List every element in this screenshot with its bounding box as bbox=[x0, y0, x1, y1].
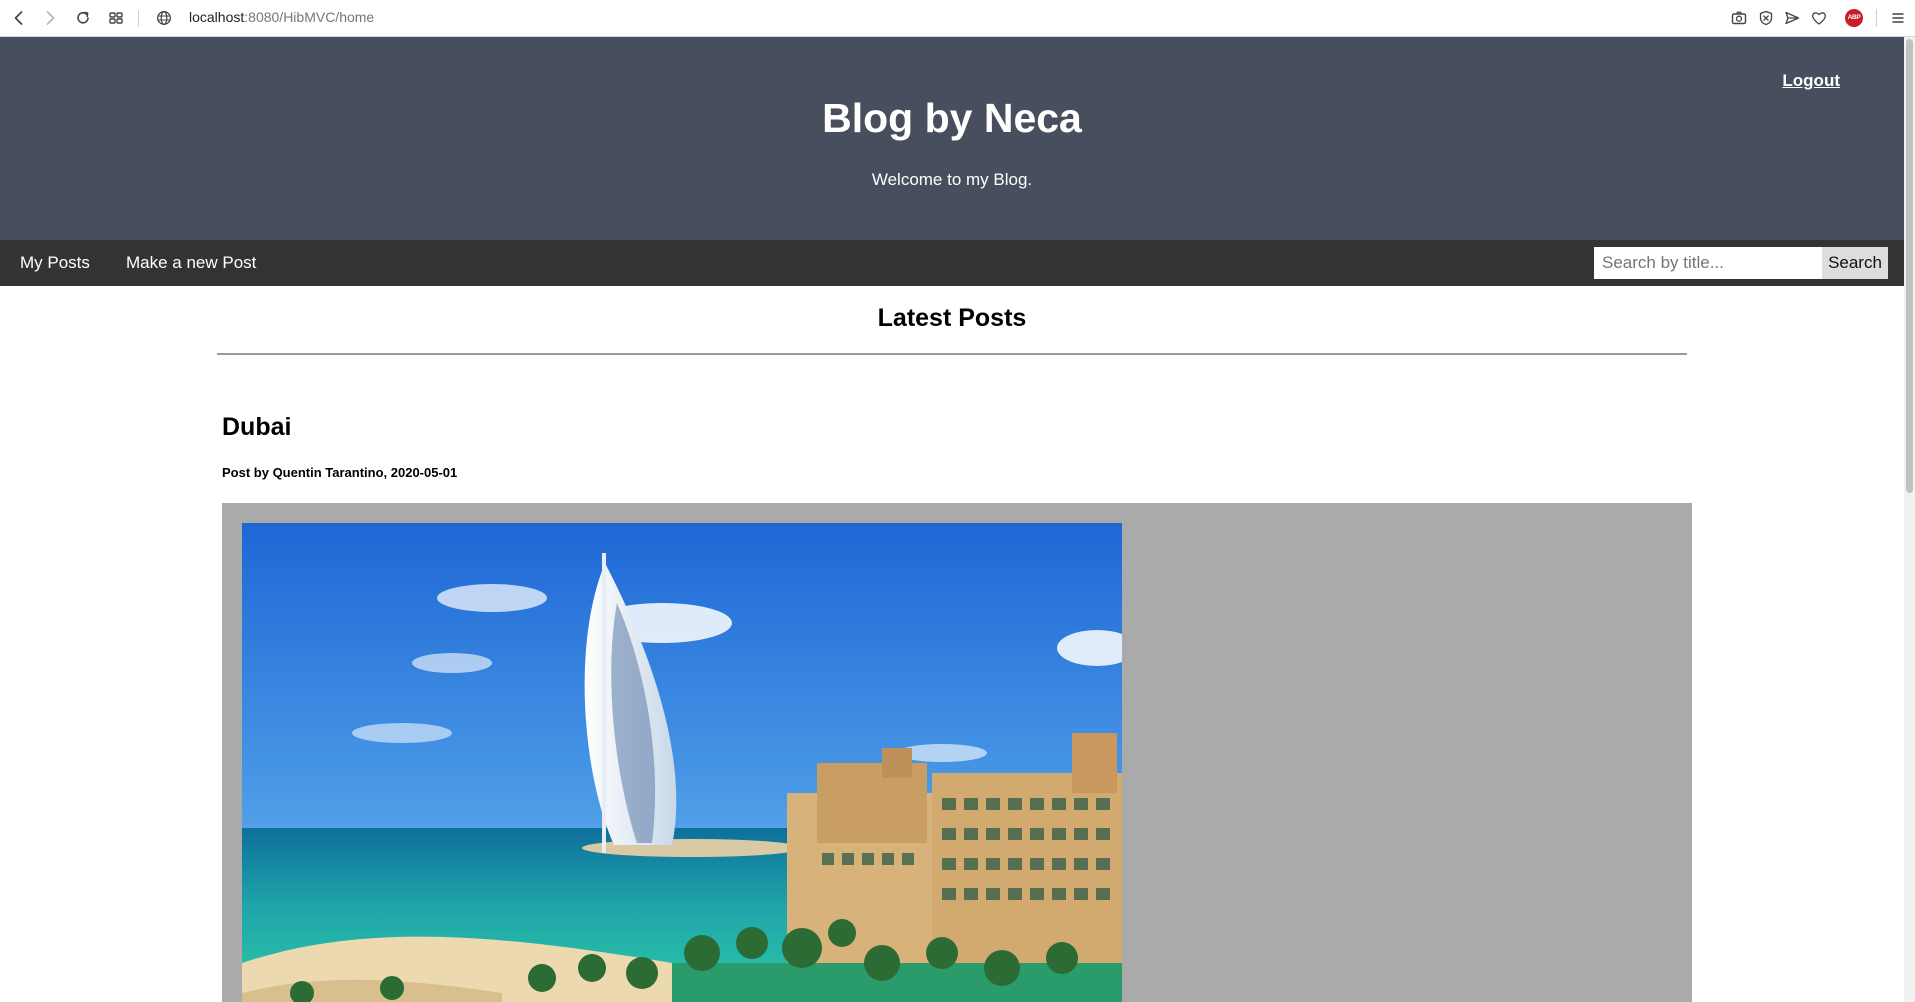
site-subtitle: Welcome to my Blog. bbox=[871, 170, 1033, 189]
search-input[interactable] bbox=[1594, 247, 1822, 279]
adblock-icon[interactable]: ABP bbox=[1845, 9, 1863, 27]
post-body bbox=[222, 503, 1692, 1002]
send-icon[interactable] bbox=[1783, 9, 1801, 27]
address-bar[interactable]: localhost:8080/HibMVC/home bbox=[189, 9, 374, 25]
toolbar-divider bbox=[138, 10, 139, 27]
reload-icon[interactable] bbox=[74, 9, 92, 27]
forward-icon[interactable] bbox=[41, 9, 59, 27]
browser-toolbar: localhost:8080/HibMVC/home ABP bbox=[0, 0, 1915, 37]
toolbar-divider bbox=[1876, 9, 1877, 27]
section-title: Latest Posts bbox=[877, 304, 1027, 332]
back-icon[interactable] bbox=[10, 9, 28, 27]
globe-icon[interactable] bbox=[155, 9, 173, 27]
post-image bbox=[242, 523, 1122, 1002]
nav-new-post[interactable]: Make a new Post bbox=[126, 240, 256, 286]
section-divider bbox=[217, 353, 1687, 355]
site-title: Blog by Neca bbox=[822, 95, 1082, 141]
shield-x-icon[interactable] bbox=[1757, 9, 1775, 27]
page-viewport: Logout Blog by Neca Welcome to my Blog. … bbox=[0, 37, 1904, 1002]
menu-icon[interactable] bbox=[1889, 9, 1907, 27]
nav-my-posts[interactable]: My Posts bbox=[20, 240, 90, 286]
scrollbar-thumb[interactable] bbox=[1906, 39, 1913, 493]
search-button[interactable]: Search bbox=[1822, 247, 1888, 279]
url-path: :8080/HibMVC/home bbox=[244, 9, 375, 25]
camera-icon[interactable] bbox=[1730, 9, 1748, 27]
post-meta: Post by Quentin Tarantino, 2020-05-01 bbox=[222, 465, 458, 480]
site-header: Logout Blog by Neca Welcome to my Blog. bbox=[0, 37, 1904, 240]
page-scrollbar[interactable] bbox=[1904, 37, 1915, 1002]
heart-icon[interactable] bbox=[1810, 9, 1828, 27]
grid-icon[interactable] bbox=[107, 9, 125, 27]
navbar: My Posts Make a new Post Search bbox=[0, 240, 1904, 286]
logout-link[interactable]: Logout bbox=[1782, 71, 1840, 91]
url-host: localhost bbox=[189, 9, 245, 25]
post-title[interactable]: Dubai bbox=[222, 413, 291, 442]
